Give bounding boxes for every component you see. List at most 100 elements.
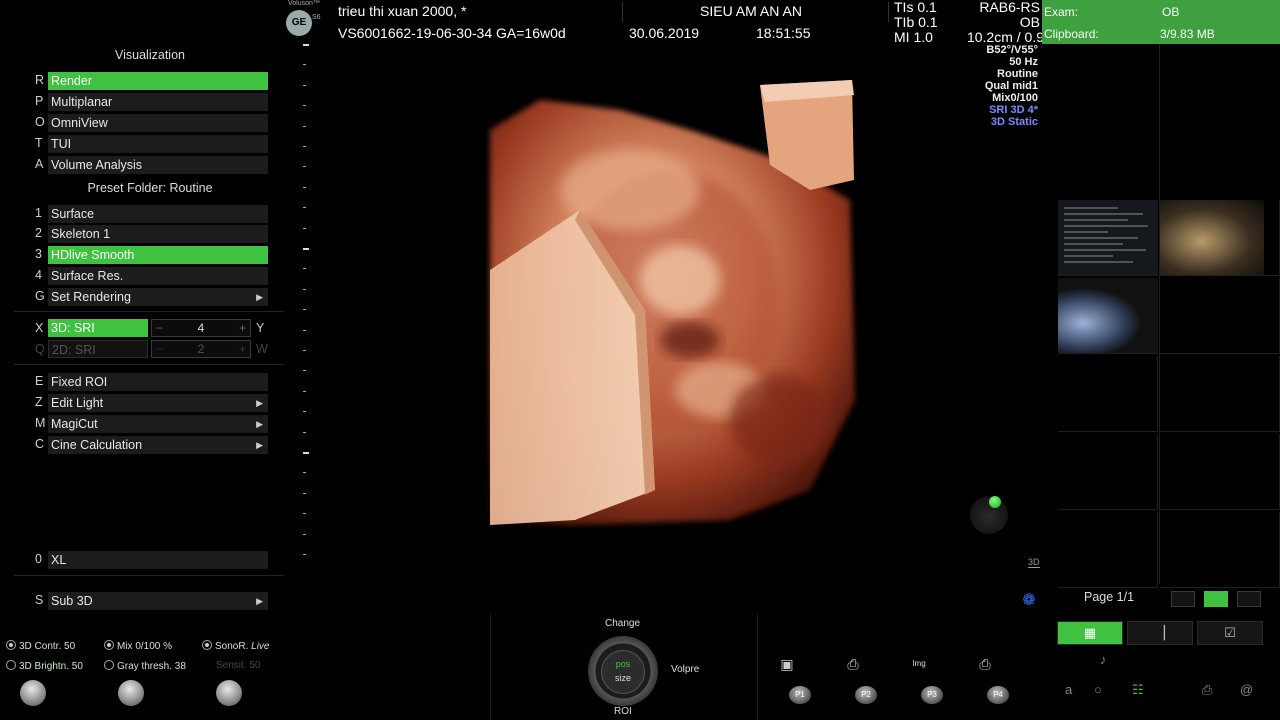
exam-date: 30.06.2019 — [629, 25, 700, 41]
mix-knob[interactable] — [118, 680, 144, 706]
sri-2d-stepper[interactable]: − 2 + — [151, 340, 251, 358]
shortcut-key: 1 — [35, 206, 42, 220]
render-button[interactable]: Render — [48, 72, 268, 90]
p2-button[interactable]: P2 — [855, 686, 877, 704]
menu-item-hdlive-smooth[interactable]: 3 HDlive Smooth — [30, 246, 270, 264]
chevron-right-icon: ▶ — [256, 292, 263, 302]
menu-item-set-rendering[interactable]: G Set Rendering ▶ — [30, 288, 270, 306]
scale-tick — [303, 411, 306, 413]
network-icon[interactable]: ☷ — [1132, 682, 1144, 698]
menu-item-omniview[interactable]: O OmniView — [30, 114, 270, 132]
fixed-roi-button[interactable]: Fixed ROI — [48, 373, 268, 391]
menu-item-surface-res[interactable]: 4 Surface Res. — [30, 267, 270, 285]
cine-calculation-button[interactable]: Cine Calculation ▶ — [48, 436, 268, 454]
page-indicator: Page 1/1 — [1084, 590, 1135, 604]
clipboard-cell[interactable] — [1058, 356, 1158, 432]
sonor-knob[interactable] — [216, 680, 242, 706]
trackball-center-button[interactable]: pos size — [601, 650, 645, 694]
scale-tick — [303, 431, 306, 433]
fetal-scan-thumbnail[interactable] — [1160, 200, 1264, 275]
clipboard-cell[interactable] — [1160, 278, 1280, 354]
clipboard-cell[interactable] — [1160, 356, 1280, 432]
menu-item-skeleton[interactable]: 2 Skeleton 1 — [30, 225, 270, 243]
scale-tick — [303, 84, 306, 86]
menu-divider — [14, 364, 284, 365]
surface-button[interactable]: Surface — [48, 205, 268, 223]
multiplanar-button[interactable]: Multiplanar — [48, 93, 268, 111]
settings-gear-icon[interactable]: ❁ — [1020, 592, 1038, 610]
chart-view-button[interactable]: ▕ — [1127, 621, 1193, 645]
menu-item-sub-3d[interactable]: S Sub 3D ▶ — [30, 592, 270, 610]
menu-item-render[interactable]: R Render — [30, 72, 270, 90]
layout-grid-icon[interactable] — [1204, 591, 1228, 607]
menu-item-tui[interactable]: T TUI — [30, 135, 270, 153]
dvd-icon[interactable]: ○ — [1094, 682, 1102, 697]
clipboard-cell[interactable] — [1160, 200, 1280, 276]
menu-item-fixed-roi[interactable]: E Fixed ROI — [30, 373, 270, 391]
plus-icon[interactable]: + — [239, 341, 246, 357]
layout-single-icon[interactable] — [1171, 591, 1195, 607]
p1-button[interactable]: P1 — [789, 686, 811, 704]
edit-light-button[interactable]: Edit Light ▶ — [48, 394, 268, 412]
shortcut-key: O — [35, 115, 45, 129]
sub-3d-button[interactable]: Sub 3D ▶ — [48, 592, 268, 610]
layout-grid-large-icon[interactable] — [1237, 591, 1261, 607]
clipboard-cell[interactable] — [1058, 512, 1158, 588]
p3-button[interactable]: P3 — [921, 686, 943, 704]
render-3d-view[interactable] — [480, 70, 870, 540]
surface-res-button[interactable]: Surface Res. — [48, 267, 268, 285]
shortcut-key: T — [35, 136, 43, 150]
shortcut-key: W — [256, 342, 268, 356]
menu-item-volume-analysis[interactable]: A Volume Analysis — [30, 156, 270, 174]
ge-logo-icon: GE — [286, 10, 312, 36]
volume-analysis-button[interactable]: Volume Analysis — [48, 156, 268, 174]
shortcut-key: 3 — [35, 247, 42, 261]
scale-tick — [303, 288, 306, 290]
tui-button[interactable]: TUI — [48, 135, 268, 153]
omniview-button[interactable]: OmniView — [48, 114, 268, 132]
doppler-thumbnail[interactable] — [1058, 278, 1158, 353]
application: OB — [1019, 14, 1040, 30]
clipboard-cell[interactable] — [1160, 512, 1280, 588]
microphone-icon[interactable]: ♪ — [1100, 652, 1107, 667]
pos-label: pos — [615, 659, 631, 669]
clipboard-cell[interactable] — [1058, 200, 1158, 276]
printer-icon[interactable]: ⎙ — [1202, 682, 1212, 698]
menu-item-cine-calculation[interactable]: C Cine Calculation ▶ — [30, 436, 270, 454]
contrast-knob[interactable] — [20, 680, 46, 706]
sri-3d-button[interactable]: 3D: SRI — [48, 319, 148, 337]
menu-item-xl[interactable]: 0 XL — [30, 551, 270, 569]
p4-button[interactable]: P4 — [987, 686, 1009, 704]
sri-2d-button[interactable]: 2D: SRI — [48, 340, 148, 358]
param-preset: Routine — [997, 68, 1038, 80]
sri-3d-stepper[interactable]: − 4 + — [151, 319, 251, 337]
menu-item-magicut[interactable]: M MagiCut ▶ — [30, 415, 270, 433]
report-thumbnail[interactable] — [1058, 200, 1158, 275]
table-view-button[interactable]: ▦ — [1057, 621, 1123, 645]
clipboard-cell[interactable] — [1058, 434, 1158, 510]
set-rendering-button[interactable]: Set Rendering ▶ — [48, 288, 268, 306]
magicut-button[interactable]: MagiCut ▶ — [48, 415, 268, 433]
clipboard-cell[interactable] — [1160, 434, 1280, 510]
volume-render — [490, 80, 855, 525]
scale-tick — [303, 227, 306, 229]
menu-item-edit-light[interactable]: Z Edit Light ▶ — [30, 394, 270, 412]
xl-button[interactable]: XL — [48, 551, 268, 569]
bottom-divider — [757, 614, 758, 720]
header-divider — [888, 2, 889, 22]
shortcut-key: 2 — [35, 226, 42, 240]
preset-folder-title: Preset Folder: Routine — [87, 181, 213, 195]
scale-tick — [303, 554, 306, 555]
menu-item-multiplanar[interactable]: P Multiplanar — [30, 93, 270, 111]
rotary-icon — [6, 660, 16, 670]
hdlive-smooth-button[interactable]: HDlive Smooth — [48, 246, 268, 264]
email-icon[interactable]: @ — [1240, 682, 1253, 697]
menu-item-surface[interactable]: 1 Surface — [30, 205, 270, 223]
shortcut-key: E — [35, 374, 44, 388]
clipboard-cell[interactable] — [1058, 278, 1158, 354]
annotation-icon[interactable]: a — [1065, 682, 1072, 697]
skeleton-button[interactable]: Skeleton 1 — [48, 225, 268, 243]
sri-3d-value: 4 — [197, 321, 205, 335]
plus-icon[interactable]: + — [239, 320, 246, 336]
checklist-button[interactable]: ☑ — [1197, 621, 1263, 645]
